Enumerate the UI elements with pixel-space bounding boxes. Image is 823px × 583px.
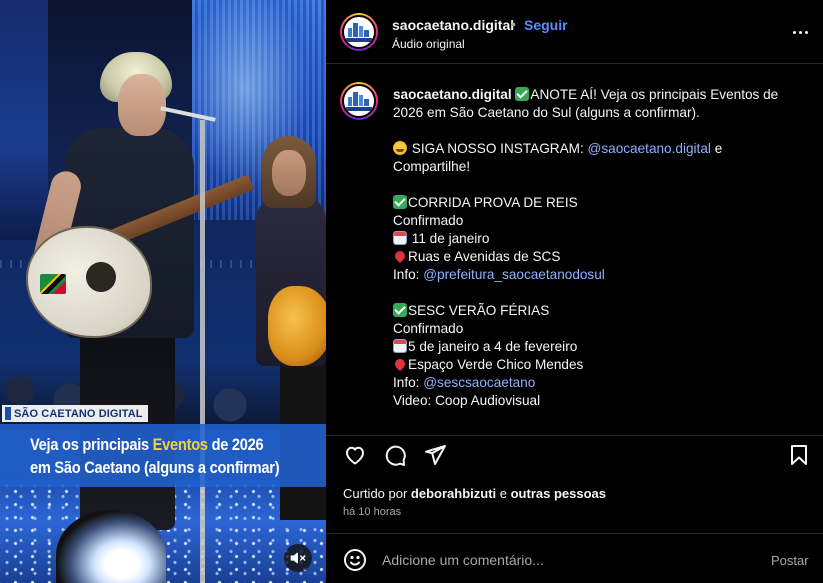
follow-suffix: e xyxy=(710,141,723,156)
video-overlay-caption: Veja os principais Eventos de 2026 em Sã… xyxy=(0,424,326,487)
like-button[interactable] xyxy=(343,443,369,469)
mute-button[interactable] xyxy=(284,544,312,572)
speaker-muted-icon xyxy=(290,552,306,564)
post-media[interactable]: SÃO CAETANO DIGITAL Veja os principais E… xyxy=(0,0,326,583)
caption-intro-2: 2026 em São Caetano do Sul (alguns a con… xyxy=(393,105,700,120)
info-label: Info: xyxy=(393,267,424,282)
city-logo-icon xyxy=(346,91,372,111)
likes-middle: e xyxy=(496,486,511,501)
flag-sticker xyxy=(40,274,66,294)
audio-link[interactable]: Áudio original xyxy=(392,37,465,51)
watermark: SÃO CAETANO DIGITAL xyxy=(2,405,148,422)
avatar[interactable] xyxy=(340,13,378,51)
watermark-logo-icon xyxy=(5,407,11,420)
others-link[interactable]: outras pessoas xyxy=(511,486,606,501)
event-title: SESC VERÃO FÉRIAS xyxy=(408,303,550,318)
mention-link[interactable]: @sescsaocaetano xyxy=(423,375,535,390)
guitar-soundhole xyxy=(86,262,116,292)
follow-line-2: Compartilhe! xyxy=(393,159,471,174)
follow-button[interactable]: Seguir xyxy=(524,17,568,33)
send-icon xyxy=(425,445,446,465)
post-header: saocaetano.digital • Seguir Áudio origin… xyxy=(326,0,823,64)
info-label: Info: xyxy=(393,375,424,390)
video-credit: Video: Coop Audiovisual xyxy=(393,393,541,408)
event-status: Confirmado xyxy=(393,213,464,228)
comment-bubble-icon xyxy=(385,445,406,466)
post-timestamp[interactable]: há 10 horas xyxy=(343,506,401,518)
overlay-line-2: em São Caetano (alguns a confirmar) xyxy=(30,457,280,477)
liker-username[interactable]: deborahbizuti xyxy=(411,486,496,501)
likes-summary: Curtido por deborahbizuti e outras pesso… xyxy=(343,486,606,501)
overlay-text: de 2026 xyxy=(207,434,264,454)
caption-text: saocaetano.digital ANOTE AÍ! Veja os pri… xyxy=(392,86,803,410)
check-mark-icon xyxy=(515,87,530,101)
stage-screen xyxy=(0,0,48,240)
username-link[interactable]: saocaetano.digital xyxy=(392,17,514,33)
share-button[interactable] xyxy=(423,443,449,469)
event-status: Confirmado xyxy=(393,321,464,336)
overlay-line-1: Veja os principais Eventos de 2026 xyxy=(30,433,285,456)
event-date: 5 de janeiro a 4 de fevereiro xyxy=(408,339,578,354)
smiley-icon xyxy=(344,549,366,571)
action-bar xyxy=(326,437,823,477)
save-button[interactable] xyxy=(787,443,813,469)
emoji-button[interactable] xyxy=(343,548,367,572)
post-side-panel: saocaetano.digital • Seguir Áudio origin… xyxy=(326,0,823,583)
watermark-text: SÃO CAETANO DIGITAL xyxy=(14,407,143,420)
overlay-highlight: Eventos xyxy=(152,434,208,454)
caption-section: saocaetano.digital ANOTE AÍ! Veja os pri… xyxy=(326,64,823,436)
avatar[interactable] xyxy=(340,82,378,120)
caption-intro: ANOTE AÍ! Veja os principais Eventos de xyxy=(530,87,779,102)
overlay-text: Veja os principais xyxy=(30,434,153,454)
mention-link[interactable]: @prefeitura_saocaetanodosul xyxy=(423,267,605,282)
comment-input[interactable] xyxy=(382,548,752,572)
comment-bar: Postar xyxy=(326,533,823,583)
electric-guitar xyxy=(268,286,326,366)
check-mark-icon xyxy=(393,303,407,317)
mention-link[interactable]: @saocaetano.digital xyxy=(588,141,711,156)
event-place: Espaço Verde Chico Mendes xyxy=(408,357,584,372)
bookmark-icon xyxy=(791,445,807,465)
calendar-icon xyxy=(393,339,407,353)
location-pin-icon xyxy=(392,248,408,264)
city-logo-icon xyxy=(346,22,372,42)
post-button[interactable]: Postar xyxy=(771,553,809,568)
calendar-icon xyxy=(393,231,407,245)
singer-face xyxy=(118,74,166,136)
event-date: 11 de janeiro xyxy=(411,231,490,246)
event-place: Ruas e Avenidas de SCS xyxy=(408,249,561,264)
likes-prefix: Curtido por xyxy=(343,486,411,501)
caption-username[interactable]: saocaetano.digital xyxy=(393,87,512,102)
location-pin-icon xyxy=(392,356,408,372)
follow-text: SIGA NOSSO INSTAGRAM: xyxy=(411,141,588,156)
check-mark-icon xyxy=(393,195,407,209)
mic-stand xyxy=(200,120,205,583)
more-options-icon[interactable] xyxy=(788,22,812,42)
event-title: CORRIDA PROVA DE REIS xyxy=(408,195,578,210)
separator-dot: • xyxy=(511,16,516,32)
smiling-face-icon xyxy=(393,141,407,155)
heart-icon xyxy=(346,446,364,465)
comment-button[interactable] xyxy=(383,443,409,469)
guitarist-face xyxy=(272,150,306,196)
